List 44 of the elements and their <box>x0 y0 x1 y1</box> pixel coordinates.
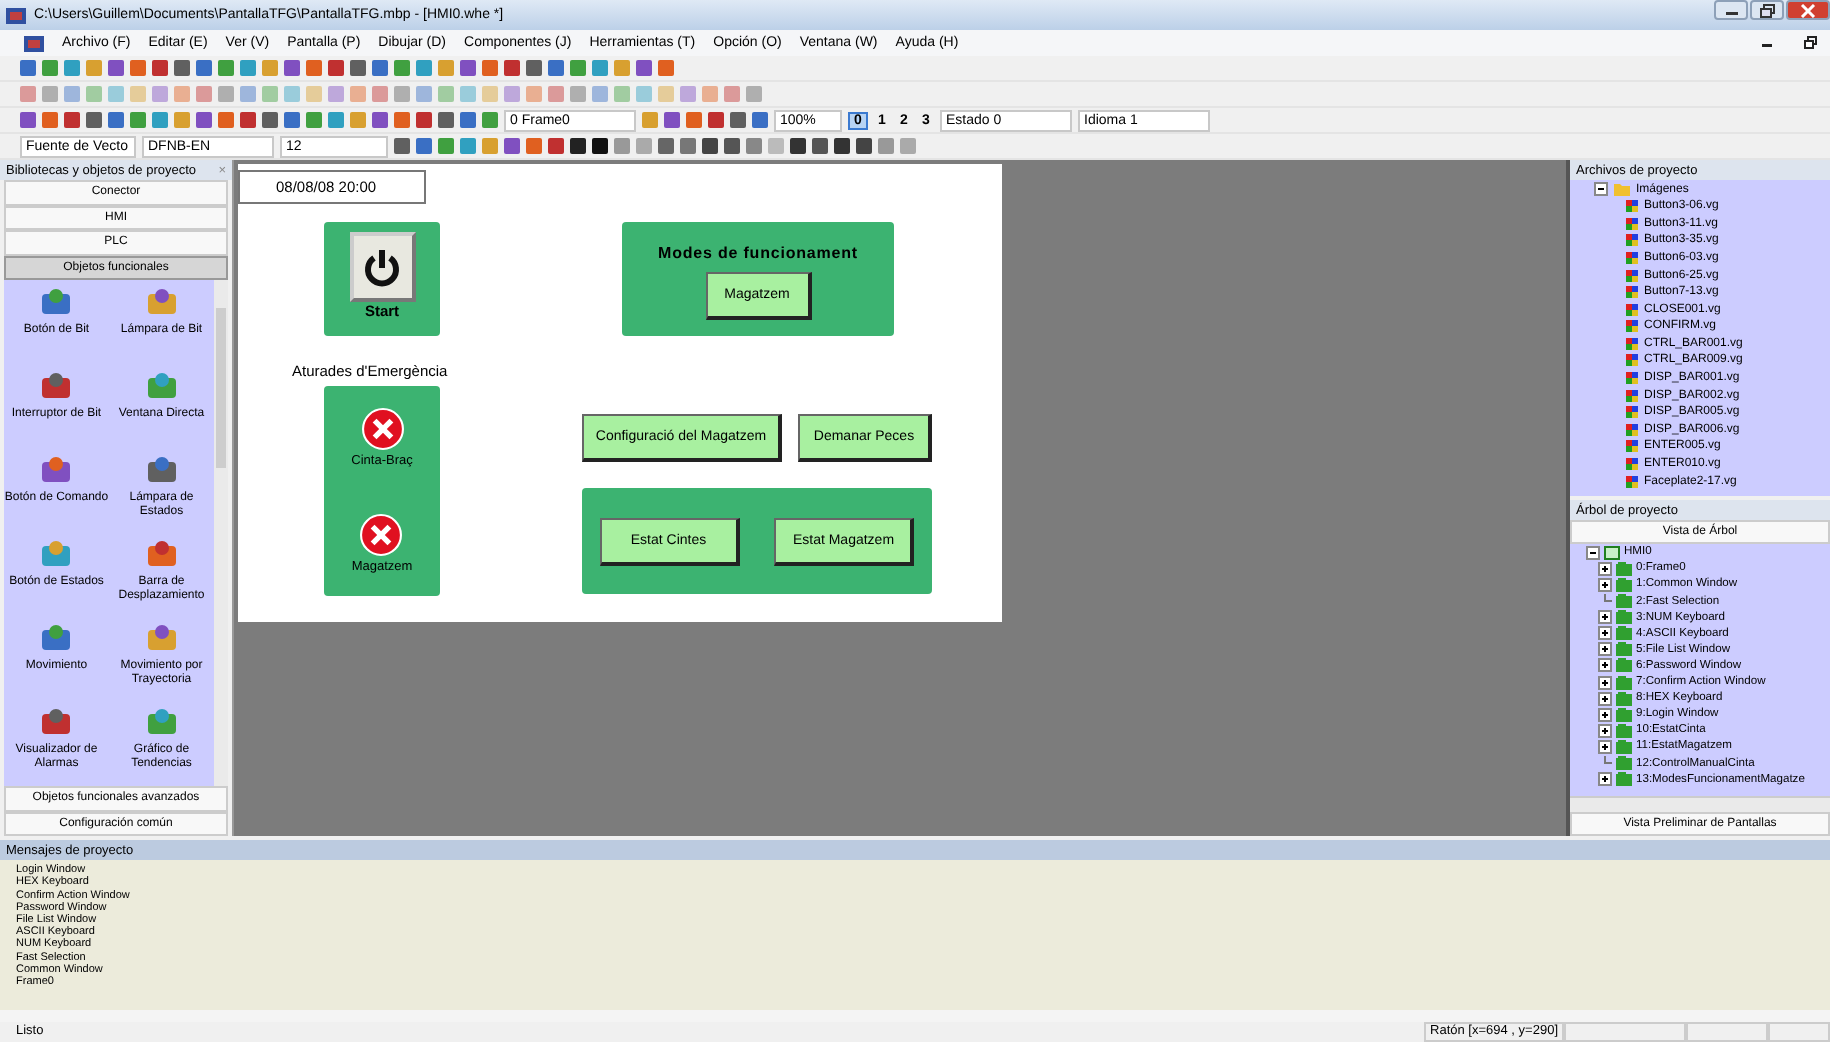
expand-icon[interactable] <box>1598 723 1612 738</box>
app-icon <box>6 5 26 26</box>
expand-icon[interactable] <box>1598 675 1612 690</box>
collapse-icon[interactable] <box>1594 182 1608 197</box>
object-icon <box>145 538 178 571</box>
status-field <box>1564 1021 1686 1042</box>
expand-icon[interactable] <box>1598 658 1612 673</box>
expand-icon[interactable] <box>1598 772 1612 787</box>
restore-icon <box>1759 3 1775 17</box>
expand-icon[interactable] <box>1598 577 1612 592</box>
power-icon <box>362 247 402 288</box>
expand-icon[interactable] <box>1598 610 1612 625</box>
object-icon <box>40 538 73 571</box>
object-icon <box>145 706 178 739</box>
scrollbar[interactable] <box>214 280 228 787</box>
expand-icon[interactable] <box>1598 707 1612 722</box>
expand-icon[interactable] <box>1598 691 1612 706</box>
close-button[interactable] <box>1786 0 1830 20</box>
expand-icon[interactable] <box>1598 642 1612 657</box>
expand-icon[interactable] <box>1598 739 1612 754</box>
scrollbar[interactable] <box>1570 796 1830 813</box>
object-icon <box>40 622 73 655</box>
object-icon <box>145 454 178 487</box>
stop-icon[interactable] <box>360 513 403 556</box>
status-field <box>1686 1021 1768 1042</box>
restore-icon[interactable] <box>1804 36 1818 51</box>
minimize-button[interactable] <box>1714 0 1748 20</box>
object-icon <box>145 622 178 655</box>
panel-title: Modes de funcionament <box>658 244 858 263</box>
object-icon <box>40 286 73 319</box>
object-icon <box>40 370 73 403</box>
object-icon <box>145 286 178 319</box>
object-icon <box>145 370 178 403</box>
status-field <box>1768 1021 1830 1042</box>
expand-icon[interactable] <box>1598 561 1612 576</box>
document-icon <box>24 33 44 54</box>
close-icon <box>1800 3 1816 17</box>
stop-icon[interactable] <box>361 408 403 451</box>
expand-icon[interactable] <box>1598 626 1612 641</box>
power-button[interactable] <box>349 232 415 303</box>
object-icon <box>40 454 73 487</box>
collapse-icon[interactable] <box>1586 545 1600 560</box>
restore-button[interactable] <box>1750 0 1784 20</box>
object-icon <box>40 706 73 739</box>
